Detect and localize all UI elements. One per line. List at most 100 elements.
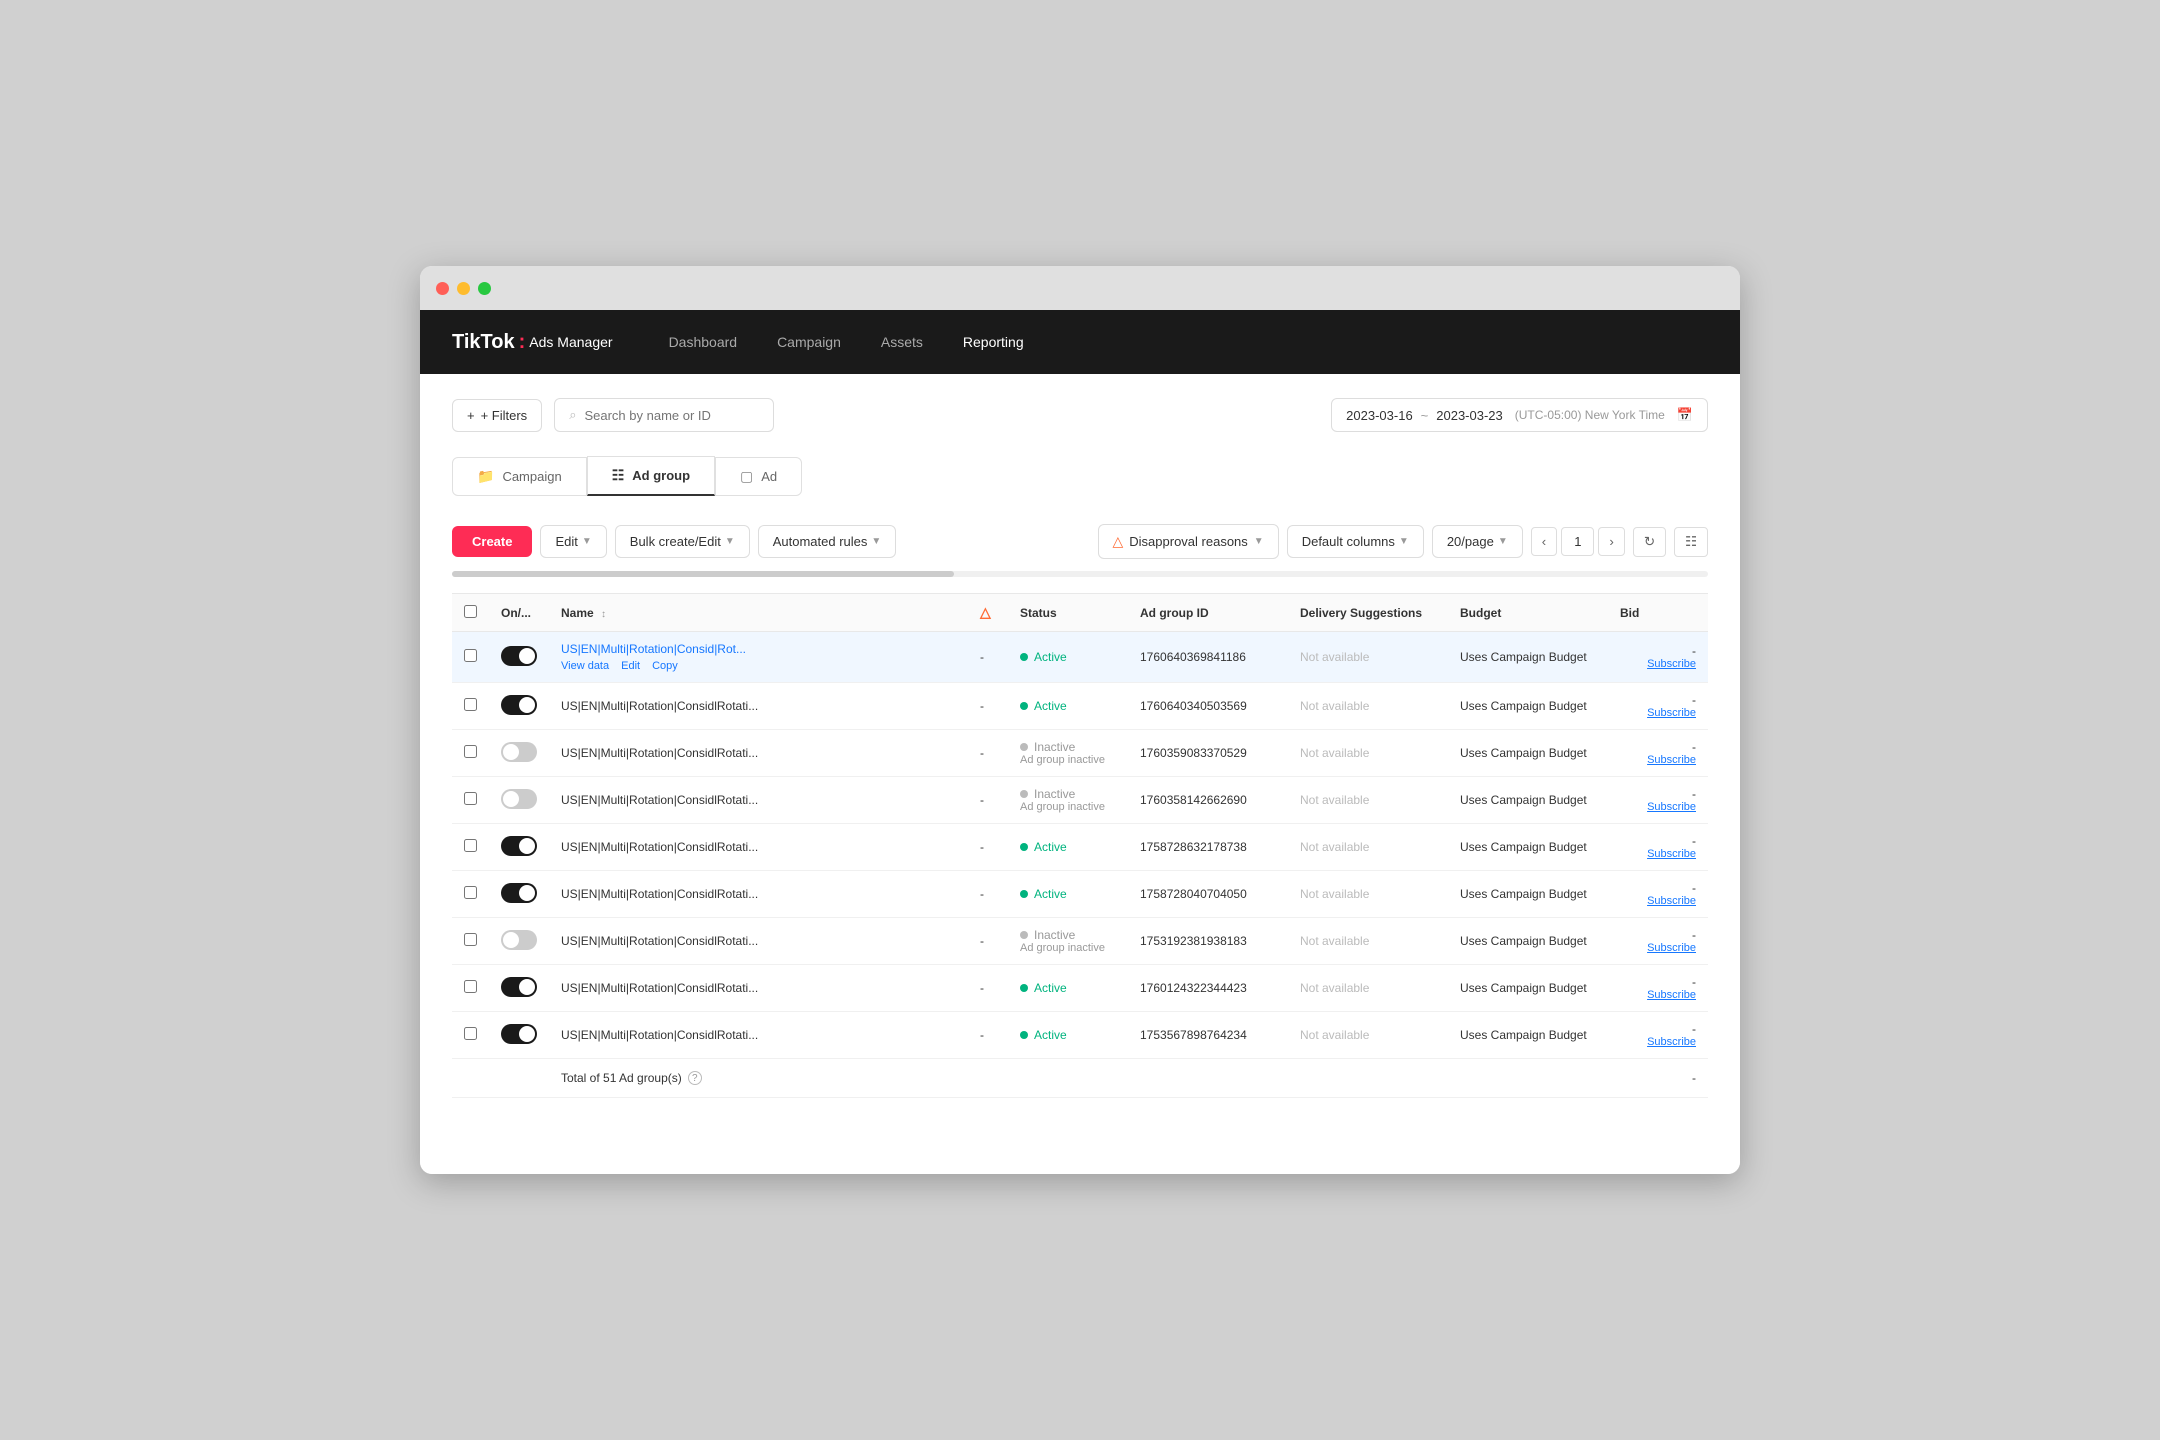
ad-groups-table: On/... Name ↕ △ Status Ad group ID <box>452 593 1708 1098</box>
row-toggle[interactable] <box>501 836 537 856</box>
row-action-edit[interactable]: Edit <box>621 660 640 672</box>
select-all-checkbox[interactable] <box>464 605 477 618</box>
date-range[interactable]: 2023-03-16 ~ 2023-03-23 (UTC-05:00) New … <box>1331 398 1708 432</box>
main-content: + + Filters ⌕ 2023-03-16 ~ 2023-03-23 (U… <box>420 374 1740 1174</box>
row-checkbox[interactable] <box>464 745 477 758</box>
default-columns-button[interactable]: Default columns ▼ <box>1287 525 1424 558</box>
status-indicator <box>1020 1031 1028 1039</box>
row-subscribe-link[interactable]: Subscribe <box>1620 942 1696 954</box>
page-size-button[interactable]: 20/page ▼ <box>1432 525 1523 558</box>
nav-campaign[interactable]: Campaign <box>777 330 841 354</box>
close-button[interactable] <box>436 282 449 295</box>
next-page-button[interactable]: › <box>1598 527 1624 556</box>
row-subscribe-link[interactable]: Subscribe <box>1620 754 1696 766</box>
maximize-button[interactable] <box>478 282 491 295</box>
row-subscribe-link[interactable]: Subscribe <box>1620 658 1696 670</box>
row-adgroup-id: 1758728632178738 <box>1128 824 1288 871</box>
row-checkbox[interactable] <box>464 933 477 946</box>
bulk-label: Bulk create/Edit <box>630 534 721 549</box>
row-toggle[interactable] <box>501 1024 537 1044</box>
row-checkbox[interactable] <box>464 1027 477 1040</box>
toolbar-right: △ Disapproval reasons ▼ Default columns … <box>1098 524 1709 559</box>
nav-assets[interactable]: Assets <box>881 330 923 354</box>
row-subscribe-link[interactable]: Subscribe <box>1620 989 1696 1001</box>
row-subscribe-link[interactable]: Subscribe <box>1620 1036 1696 1048</box>
nav-reporting[interactable]: Reporting <box>963 330 1024 354</box>
create-button[interactable]: Create <box>452 526 532 557</box>
row-name-text: US|EN|Multi|Rotation|ConsidlRotati... <box>561 840 758 854</box>
row-budget: Uses Campaign Budget <box>1448 632 1608 683</box>
row-toggle[interactable] <box>501 789 537 809</box>
header-delivery: Delivery Suggestions <box>1288 594 1448 632</box>
bulk-create-edit-button[interactable]: Bulk create/Edit ▼ <box>615 525 750 558</box>
toggle-thumb <box>519 979 535 995</box>
nav-dashboard[interactable]: Dashboard <box>669 330 738 354</box>
row-toggle[interactable] <box>501 883 537 903</box>
row-subscribe-link[interactable]: Subscribe <box>1620 707 1696 719</box>
app-window: TikTok: Ads Manager Dashboard Campaign A… <box>420 266 1740 1174</box>
row-adgroup-id: 1753192381938183 <box>1128 918 1288 965</box>
row-checkbox[interactable] <box>464 792 477 805</box>
table-body: US|EN|Multi|Rotation|Consid|Rot... View d… <box>452 632 1708 1059</box>
row-actions: View data Edit Copy <box>561 660 956 672</box>
tab-adgroup[interactable]: ☷ Ad group <box>587 456 715 496</box>
row-toggle[interactable] <box>501 930 537 950</box>
row-checkbox[interactable] <box>464 649 477 662</box>
row-subscribe-link[interactable]: Subscribe <box>1620 848 1696 860</box>
search-input[interactable] <box>584 408 759 423</box>
row-checkbox[interactable] <box>464 980 477 993</box>
horizontal-scrollbar[interactable] <box>452 571 1708 577</box>
row-warn-cell: - <box>968 965 1008 1012</box>
row-status: InactiveAd group inactive <box>1020 740 1116 766</box>
row-toggle[interactable] <box>501 695 537 715</box>
minimize-button[interactable] <box>457 282 470 295</box>
row-subscribe-link[interactable]: Subscribe <box>1620 895 1696 907</box>
header-status-label: Status <box>1020 606 1057 620</box>
name-sort-icon[interactable]: ↕ <box>601 609 606 620</box>
header-checkbox <box>452 594 489 632</box>
row-warn-cell: - <box>968 730 1008 777</box>
automated-rules-button[interactable]: Automated rules ▼ <box>758 525 897 558</box>
row-adgroup-id: 1758728040704050 <box>1128 871 1288 918</box>
row-name-link[interactable]: US|EN|Multi|Rotation|Consid|Rot... <box>561 642 746 656</box>
table-row: US|EN|Multi|Rotation|ConsidlRotati...-In… <box>452 918 1708 965</box>
date-start: 2023-03-16 <box>1346 408 1413 423</box>
edit-label: Edit <box>555 534 577 549</box>
row-toggle[interactable] <box>501 977 537 997</box>
row-toggle[interactable] <box>501 646 537 666</box>
toolbar: Create Edit ▼ Bulk create/Edit ▼ Automat… <box>452 512 1708 571</box>
row-name-text: US|EN|Multi|Rotation|ConsidlRotati... <box>561 981 758 995</box>
edit-button[interactable]: Edit ▼ <box>540 525 606 558</box>
row-delivery: Not available <box>1300 1028 1369 1042</box>
tab-campaign[interactable]: 📁 Campaign <box>452 457 587 496</box>
refresh-button[interactable]: ↻ <box>1633 527 1666 557</box>
header-bid-label: Bid <box>1620 606 1639 620</box>
tab-ad[interactable]: ▢ Ad <box>715 457 802 496</box>
pagination: ‹ 1 › <box>1531 527 1625 556</box>
footer-empty <box>452 1059 549 1098</box>
row-subscribe-link[interactable]: Subscribe <box>1620 801 1696 813</box>
titlebar <box>420 266 1740 310</box>
table-header-row: On/... Name ↕ △ Status Ad group ID <box>452 594 1708 632</box>
row-action-copy[interactable]: Copy <box>652 660 678 672</box>
help-icon[interactable]: ? <box>688 1071 702 1085</box>
scrollbar-thumb[interactable] <box>452 571 954 577</box>
row-warn-cell: - <box>968 871 1008 918</box>
campaign-tab-icon: 📁 <box>477 468 494 485</box>
row-checkbox[interactable] <box>464 886 477 899</box>
disapproval-reasons-button[interactable]: △ Disapproval reasons ▼ <box>1098 524 1279 559</box>
row-checkbox[interactable] <box>464 839 477 852</box>
row-checkbox[interactable] <box>464 698 477 711</box>
row-budget: Uses Campaign Budget <box>1448 871 1608 918</box>
row-action-view-data[interactable]: View data <box>561 660 609 672</box>
export-button[interactable]: ☷ <box>1674 527 1708 557</box>
row-toggle[interactable] <box>501 742 537 762</box>
prev-page-button[interactable]: ‹ <box>1531 527 1557 556</box>
filters-button[interactable]: + + Filters <box>452 399 542 432</box>
search-icon: ⌕ <box>569 407 576 423</box>
adgroup-tab-label: Ad group <box>632 468 690 483</box>
columns-chevron-icon: ▼ <box>1399 536 1409 547</box>
tabs: 📁 Campaign ☷ Ad group ▢ Ad <box>452 456 1708 496</box>
table-footer-row: Total of 51 Ad group(s) ? - <box>452 1059 1708 1098</box>
calendar-icon[interactable]: 📅 <box>1677 407 1693 423</box>
